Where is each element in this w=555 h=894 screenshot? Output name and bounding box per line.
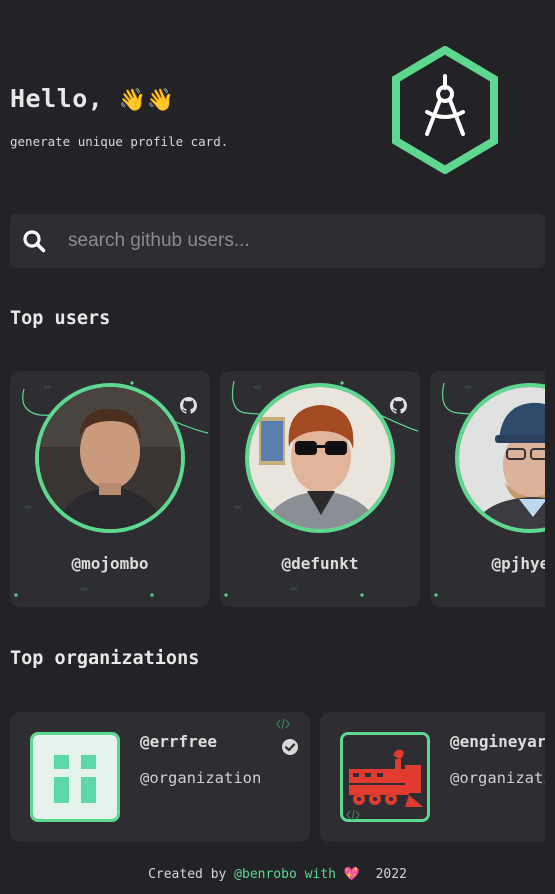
greeting-text: Hello, <box>10 84 104 113</box>
author-link[interactable]: @benrobo <box>234 867 297 882</box>
avatar <box>245 383 395 533</box>
svg-text:<>: <> <box>24 504 32 511</box>
footer-prefix: Created by <box>148 867 235 882</box>
github-icon[interactable] <box>390 397 407 414</box>
org-card[interactable]: @errfree @organization <box>10 712 310 842</box>
svg-text:<>: <> <box>254 384 262 391</box>
search-bar[interactable] <box>10 214 545 268</box>
heart-icon: 💖 <box>343 867 360 882</box>
top-users-heading: Top users <box>10 308 111 329</box>
top-organizations-heading: Top organizations <box>10 648 200 669</box>
org-type: @organization <box>450 769 545 787</box>
user-handle[interactable]: @mojombo <box>10 554 210 573</box>
avatar-photo <box>39 387 181 529</box>
user-handle[interactable]: @defunkt <box>220 554 420 573</box>
svg-text:<>: <> <box>44 384 52 391</box>
footer: Created by @benrobo with 💖 2022 <box>0 867 555 882</box>
org-handle[interactable]: @engineyard <box>450 732 545 751</box>
user-card[interactable]: <> @pjhyett <box>430 371 545 607</box>
search-input[interactable] <box>68 230 508 252</box>
errfree-logo-icon <box>33 735 117 819</box>
user-card[interactable]: <> <> <> @defunkt <box>220 371 420 607</box>
user-handle[interactable]: @pjhyett <box>430 554 545 573</box>
org-logo <box>340 732 430 822</box>
svg-text:<>: <> <box>234 504 242 511</box>
subtitle: generate unique profile card. <box>10 134 229 149</box>
github-icon[interactable] <box>180 397 197 414</box>
code-icon <box>276 719 290 729</box>
footer-with: with <box>296 867 344 882</box>
org-handle[interactable]: @errfree <box>140 732 217 751</box>
top-users-list[interactable]: <> <> <> @mojombo <> <> <> @defunkt <> @… <box>10 371 545 607</box>
svg-text:<>: <> <box>290 586 298 593</box>
verified-check-icon <box>282 739 298 755</box>
svg-text:<>: <> <box>80 586 88 593</box>
svg-text:<>: <> <box>464 384 472 391</box>
org-card[interactable]: @engineyard @organization <box>320 712 545 842</box>
footer-year: 2022 <box>359 867 407 882</box>
search-icon <box>23 230 46 253</box>
wave-emoji: 👋👋 <box>118 88 175 113</box>
avatar-photo <box>249 387 391 529</box>
org-logo <box>30 732 120 822</box>
header: Hello, 👋👋 generate unique profile card. <box>10 84 370 149</box>
top-organizations-list[interactable]: @errfree @organization @engineyar @organ… <box>10 712 545 842</box>
org-type: @organization <box>140 769 262 787</box>
user-card[interactable]: <> <> <> @mojombo <box>10 371 210 607</box>
avatar <box>35 383 185 533</box>
compass-logo-icon <box>392 46 498 174</box>
greeting-heading: Hello, 👋👋 <box>10 84 370 113</box>
code-icon <box>346 810 360 820</box>
engineyard-train-logo-icon <box>343 735 427 819</box>
